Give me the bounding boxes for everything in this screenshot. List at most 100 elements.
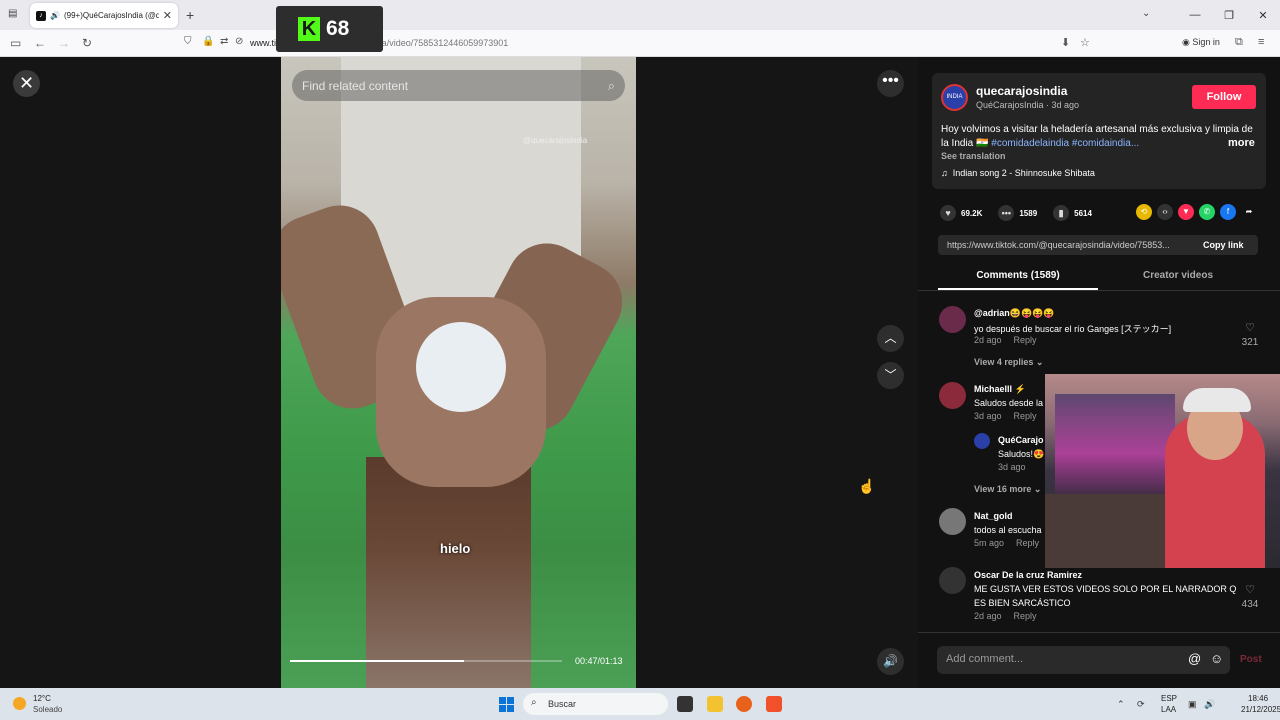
maximize-icon[interactable]: ❐ bbox=[1212, 9, 1246, 22]
clock-time[interactable]: 18:46 bbox=[1248, 694, 1268, 703]
browser-tab-active[interactable]: ♪ 🔊 (99+)QuéCarajosIndia (@q ✕ bbox=[30, 3, 178, 28]
speaker-icon[interactable]: 🔊 bbox=[50, 11, 60, 20]
reply-button[interactable]: Reply bbox=[1014, 335, 1037, 345]
post-comment-button[interactable]: Post bbox=[1240, 654, 1262, 665]
see-translation-button[interactable]: See translation bbox=[941, 151, 1006, 161]
brave-icon[interactable] bbox=[766, 696, 782, 712]
reply-button[interactable]: Reply bbox=[1014, 611, 1037, 621]
bookmark-star-icon[interactable]: ☆ bbox=[1080, 36, 1090, 49]
video-link[interactable]: https://www.tiktok.com/@quecarajosindia/… bbox=[947, 240, 1195, 250]
sun-icon[interactable] bbox=[13, 697, 26, 710]
video-progress-bar[interactable] bbox=[290, 660, 562, 662]
bookmark-icon[interactable]: ▮ bbox=[1053, 205, 1070, 221]
creator-username[interactable]: quecarajosindia bbox=[976, 84, 1067, 98]
tracking-icon[interactable]: ⊘ bbox=[235, 36, 243, 47]
share-buttons: ⟲ ‹› ▼ ✆ f ➦ bbox=[1136, 204, 1257, 220]
network-icon[interactable]: ▣ bbox=[1188, 699, 1197, 710]
hashtag-link[interactable]: #comidadelaindia bbox=[991, 138, 1069, 149]
comment-author[interactable]: Michaelll ⚡ bbox=[974, 384, 1026, 395]
comment-text: todos al escucha bbox=[974, 525, 1042, 535]
back-icon[interactable]: ← bbox=[34, 36, 46, 50]
comment-like-count: 321 bbox=[1241, 337, 1259, 348]
comment-author[interactable]: @adrian😆😝😝😝 bbox=[974, 308, 1055, 319]
more-icon[interactable]: ••• bbox=[877, 70, 904, 97]
reply-button[interactable]: Reply bbox=[1016, 538, 1039, 548]
tab-list-icon[interactable]: ▤ bbox=[8, 8, 17, 19]
volume-icon[interactable]: 🔊 bbox=[877, 648, 904, 675]
window-close-icon[interactable]: ✕ bbox=[1246, 9, 1280, 22]
reload-icon[interactable]: ↻ bbox=[82, 36, 92, 50]
forward-icon[interactable]: → bbox=[58, 36, 70, 50]
permissions-icon[interactable]: ⇄ bbox=[220, 36, 228, 47]
minimize-icon[interactable]: — bbox=[1178, 9, 1212, 21]
chevron-up-icon[interactable]: ︿ bbox=[877, 325, 904, 352]
keyboard-layout[interactable]: LAA bbox=[1161, 705, 1176, 714]
comment-meta: 5m ago Reply bbox=[974, 538, 1039, 548]
reply-button[interactable]: Reply bbox=[1014, 411, 1037, 421]
viewer-count: 68 bbox=[326, 17, 350, 40]
emoji-icon[interactable]: ☺ bbox=[1210, 651, 1223, 666]
clock-date[interactable]: 21/12/2025 bbox=[1241, 705, 1280, 714]
file-explorer-icon[interactable] bbox=[707, 696, 723, 712]
video-timecode: 00:47/01:13 bbox=[575, 656, 623, 666]
firefox-icon[interactable] bbox=[736, 696, 752, 712]
copy-link-button[interactable]: Copy link bbox=[1203, 240, 1244, 250]
sidebar-icon[interactable]: ▭ bbox=[10, 36, 21, 50]
find-related-search[interactable]: Find related content ⌕ bbox=[292, 70, 625, 101]
song-link[interactable]: ♫ Indian song 2 - Shinnosuke Shibata bbox=[941, 168, 1095, 178]
sign-in-label: Sign in bbox=[1192, 37, 1220, 47]
likes-count: 69.2K bbox=[961, 208, 983, 218]
tab-close-icon[interactable]: ✕ bbox=[163, 9, 172, 22]
hashtag-link[interactable]: #comidaindia... bbox=[1072, 138, 1139, 149]
facebook-icon[interactable]: f bbox=[1220, 204, 1236, 220]
reply-avatar[interactable] bbox=[974, 433, 990, 449]
heart-icon[interactable]: ♡ bbox=[1238, 583, 1262, 596]
share-arrow-icon[interactable]: ➦ bbox=[1241, 204, 1257, 220]
comment-icon[interactable]: ••• bbox=[998, 205, 1015, 221]
whatsapp-icon[interactable]: ✆ bbox=[1199, 204, 1215, 220]
language-indicator[interactable]: ESP bbox=[1161, 694, 1177, 703]
creator-avatar[interactable]: INDIA bbox=[941, 84, 968, 111]
tray-sync-icon[interactable]: ⟳ bbox=[1137, 699, 1145, 710]
tab-comments[interactable]: Comments (1589) bbox=[938, 270, 1098, 281]
task-view-icon[interactable] bbox=[677, 696, 693, 712]
comments-count: 1589 bbox=[1019, 208, 1038, 218]
reply-author[interactable]: QuéCarajo bbox=[998, 435, 1044, 445]
description-more-button[interactable]: more bbox=[1228, 137, 1255, 149]
comment-avatar[interactable] bbox=[939, 508, 966, 535]
comment-author[interactable]: Oscar De la cruz Ramirez bbox=[974, 570, 1082, 580]
comment-like-count: 434 bbox=[1241, 599, 1259, 610]
windows-start-icon[interactable] bbox=[499, 697, 514, 712]
tab-creator-videos[interactable]: Creator videos bbox=[1098, 270, 1258, 281]
view-replies-button[interactable]: View 4 replies ⌄ bbox=[974, 357, 1043, 368]
tray-chevron-icon[interactable]: ⌃ bbox=[1117, 699, 1125, 710]
extensions-icon[interactable]: ⧉ bbox=[1235, 36, 1243, 49]
tab-overflow-chevron-icon[interactable]: ⌄ bbox=[1142, 8, 1150, 19]
search-icon[interactable]: ⌕ bbox=[608, 78, 615, 94]
at-icon[interactable]: @ bbox=[1188, 651, 1201, 666]
video-player[interactable] bbox=[281, 57, 636, 688]
lock-icon[interactable]: 🔒 bbox=[202, 36, 214, 47]
menu-icon[interactable]: ≡ bbox=[1258, 36, 1264, 48]
heart-icon[interactable]: ♡ bbox=[1238, 321, 1262, 334]
follow-button[interactable]: Follow bbox=[1192, 85, 1256, 109]
new-tab-icon[interactable]: + bbox=[186, 7, 194, 23]
close-icon[interactable]: ✕ bbox=[13, 70, 40, 97]
volume-tray-icon[interactable]: 🔊 bbox=[1204, 699, 1215, 710]
sign-in-button[interactable]: ◉ Sign in bbox=[1182, 37, 1220, 48]
creator-subline: QuéCarajosIndia · 3d ago bbox=[976, 100, 1080, 110]
repost-icon[interactable]: ⟲ bbox=[1136, 204, 1152, 220]
add-comment-placeholder: Add comment... bbox=[946, 653, 1024, 665]
comment-avatar[interactable] bbox=[939, 382, 966, 409]
send-icon[interactable]: ▼ bbox=[1178, 204, 1194, 220]
embed-icon[interactable]: ‹› bbox=[1157, 204, 1173, 220]
comment-avatar[interactable] bbox=[939, 567, 966, 594]
comment-avatar[interactable] bbox=[939, 306, 966, 333]
comment-author[interactable]: Nat_gold bbox=[974, 511, 1013, 521]
heart-icon[interactable]: ♥ bbox=[940, 205, 956, 221]
shield-icon[interactable]: ⛉ bbox=[184, 36, 192, 47]
install-icon[interactable]: ⬇ bbox=[1061, 36, 1070, 49]
view-more-replies-button[interactable]: View 16 more ⌄ bbox=[974, 484, 1041, 495]
taskbar-search[interactable] bbox=[523, 693, 668, 715]
chevron-down-icon[interactable]: ﹀ bbox=[877, 362, 904, 389]
